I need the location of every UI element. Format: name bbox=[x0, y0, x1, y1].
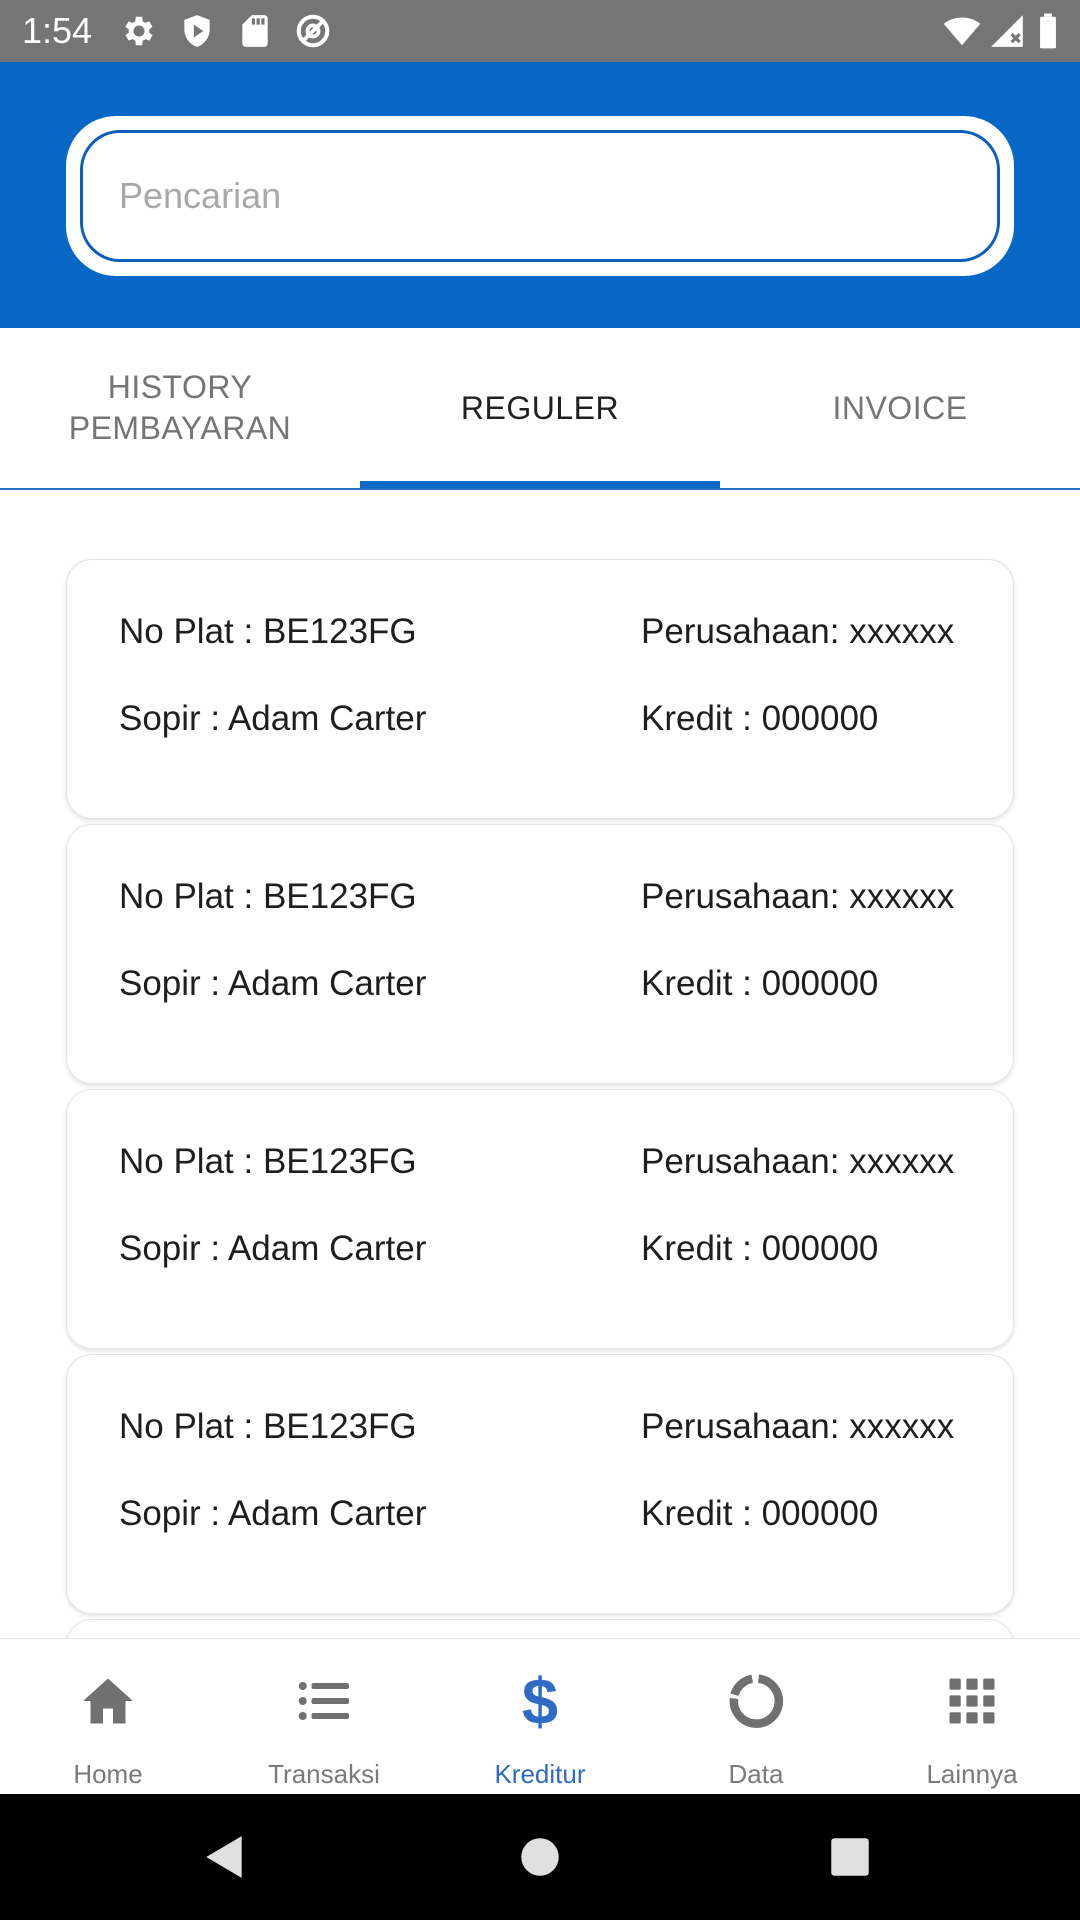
credit: Kredit : 000000 bbox=[641, 1494, 879, 1533]
home-icon bbox=[78, 1671, 138, 1731]
home-circle-icon[interactable] bbox=[515, 1832, 565, 1882]
bottom-nav: Home Transaksi $ Kreditur Data Lainnya bbox=[0, 1638, 1080, 1794]
driver: Sopir : Adam Carter bbox=[119, 1494, 427, 1533]
nav-lainnya[interactable]: Lainnya bbox=[864, 1639, 1080, 1795]
driver: Sopir : Adam Carter bbox=[119, 1229, 427, 1268]
nav-label: Kreditur bbox=[494, 1759, 586, 1789]
search-field[interactable] bbox=[80, 130, 1000, 262]
list-item[interactable]: No Plat : BE123FG Perusahaan: xxxxxx Sop… bbox=[66, 559, 1014, 819]
nav-data[interactable]: Data bbox=[648, 1639, 864, 1795]
nav-kreditur[interactable]: $ Kreditur bbox=[432, 1639, 648, 1795]
active-tab-indicator bbox=[360, 481, 720, 488]
company: Perusahaan: xxxxxx bbox=[641, 612, 955, 651]
back-icon[interactable] bbox=[200, 1832, 250, 1882]
sd-card-icon bbox=[236, 12, 274, 50]
tab-label: REGULER bbox=[460, 389, 620, 426]
tab-history-pembayaran[interactable]: HISTORY PEMBAYARAN bbox=[0, 328, 360, 488]
nav-label: Transaksi bbox=[268, 1759, 380, 1789]
at-sign-icon bbox=[294, 12, 332, 50]
credit: Kredit : 000000 bbox=[641, 964, 879, 1003]
shield-play-icon bbox=[178, 12, 216, 50]
plat-number: No Plat : BE123FG bbox=[119, 877, 417, 916]
list-item[interactable]: No Plat : BE123FG Perusahaan: xxxxxx Sop… bbox=[66, 1089, 1014, 1349]
tab-reguler[interactable]: REGULER bbox=[360, 328, 720, 488]
tab-bar: HISTORY PEMBAYARAN REGULER INVOICE bbox=[0, 328, 1080, 490]
driver: Sopir : Adam Carter bbox=[119, 699, 427, 738]
tab-label-line1: HISTORY bbox=[107, 369, 253, 405]
signal-icon bbox=[988, 12, 1026, 50]
status-time: 1:54 bbox=[22, 10, 93, 51]
list-icon bbox=[294, 1671, 354, 1731]
nav-home[interactable]: Home bbox=[0, 1639, 216, 1795]
company: Perusahaan: xxxxxx bbox=[641, 1407, 955, 1446]
list-item-partial[interactable] bbox=[66, 1619, 1014, 1638]
nav-label: Data bbox=[728, 1759, 784, 1789]
system-nav-bar bbox=[0, 1794, 1080, 1920]
company: Perusahaan: xxxxxx bbox=[641, 877, 955, 916]
nav-label: Home bbox=[73, 1759, 143, 1789]
app-header bbox=[0, 62, 1080, 328]
search-container bbox=[66, 116, 1014, 276]
gear-icon bbox=[120, 12, 158, 50]
plat-number: No Plat : BE123FG bbox=[119, 1407, 417, 1446]
tab-invoice[interactable]: INVOICE bbox=[720, 328, 1080, 488]
list-item[interactable]: No Plat : BE123FG Perusahaan: xxxxxx Sop… bbox=[66, 1354, 1014, 1614]
credit: Kredit : 000000 bbox=[641, 699, 879, 738]
driver: Sopir : Adam Carter bbox=[119, 964, 427, 1003]
nav-label: Lainnya bbox=[926, 1759, 1018, 1789]
credit: Kredit : 000000 bbox=[641, 1229, 879, 1268]
tab-label-line2: PEMBAYARAN bbox=[68, 410, 292, 446]
svg-text:$: $ bbox=[522, 1671, 558, 1731]
plat-number: No Plat : BE123FG bbox=[119, 612, 417, 651]
battery-icon bbox=[1036, 12, 1060, 50]
card-list[interactable]: No Plat : BE123FG Perusahaan: xxxxxx Sop… bbox=[0, 492, 1080, 1638]
recents-square-icon[interactable] bbox=[825, 1832, 875, 1882]
donut-chart-icon bbox=[726, 1671, 786, 1731]
plat-number: No Plat : BE123FG bbox=[119, 1142, 417, 1181]
wifi-icon bbox=[940, 12, 984, 50]
tab-label: INVOICE bbox=[832, 389, 968, 426]
search-input[interactable] bbox=[119, 133, 979, 259]
grid-icon bbox=[942, 1671, 1002, 1731]
company: Perusahaan: xxxxxx bbox=[641, 1142, 955, 1181]
list-item[interactable]: No Plat : BE123FG Perusahaan: xxxxxx Sop… bbox=[66, 824, 1014, 1084]
nav-transaksi[interactable]: Transaksi bbox=[216, 1639, 432, 1795]
dollar-icon: $ bbox=[510, 1671, 570, 1731]
status-bar: 1:54 bbox=[0, 0, 1080, 62]
